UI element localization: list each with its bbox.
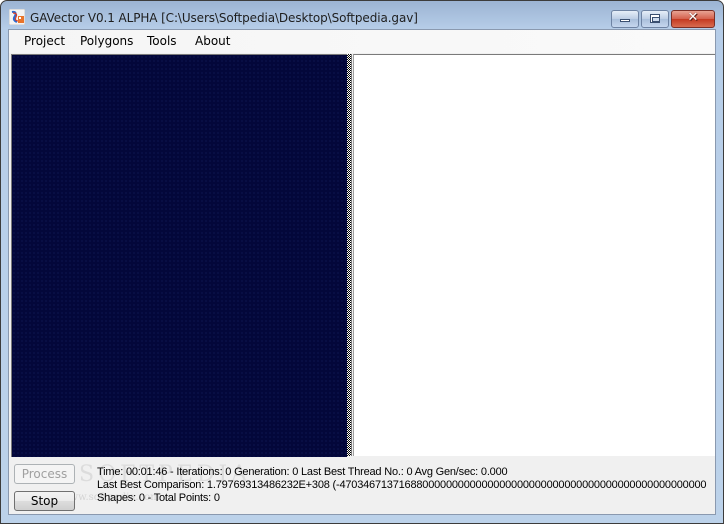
panel-splitter[interactable] xyxy=(347,54,352,456)
menu-tools[interactable]: Tools xyxy=(147,34,177,48)
title-bar[interactable]: GAVector V0.1 ALPHA [C:\Users\Softpedia\… xyxy=(1,1,723,29)
status-comparison-line: Last Best Comparison: 1.79769313486232E+… xyxy=(97,479,707,491)
menu-about[interactable]: About xyxy=(195,34,230,48)
source-image-canvas[interactable] xyxy=(11,54,347,457)
minimize-button[interactable] xyxy=(611,10,639,28)
menu-bar: Project Polygons Tools About xyxy=(9,30,715,53)
client-area: Project Polygons Tools About SOFTPEDIA w… xyxy=(8,29,716,515)
result-image-canvas[interactable] xyxy=(353,54,715,456)
process-button[interactable]: Process xyxy=(14,464,75,484)
close-icon: ✕ xyxy=(687,10,699,25)
menu-polygons[interactable]: Polygons xyxy=(80,34,133,48)
maximize-icon xyxy=(650,14,660,23)
app-icon[interactable] xyxy=(9,9,25,25)
menu-project[interactable]: Project xyxy=(24,34,65,48)
minimize-icon xyxy=(620,19,630,22)
maximize-button[interactable] xyxy=(641,10,669,28)
app-window: GAVector V0.1 ALPHA [C:\Users\Softpedia\… xyxy=(0,0,724,524)
stop-button[interactable]: Stop xyxy=(14,491,75,511)
close-button[interactable]: ✕ xyxy=(671,10,715,28)
status-time-line: Time: 00:01:46 - Iterations: 0 Generatio… xyxy=(97,466,508,478)
status-shapes-line: Shapes: 0 - Total Points: 0 xyxy=(97,492,220,504)
window-title: GAVector V0.1 ALPHA [C:\Users\Softpedia\… xyxy=(30,11,418,25)
